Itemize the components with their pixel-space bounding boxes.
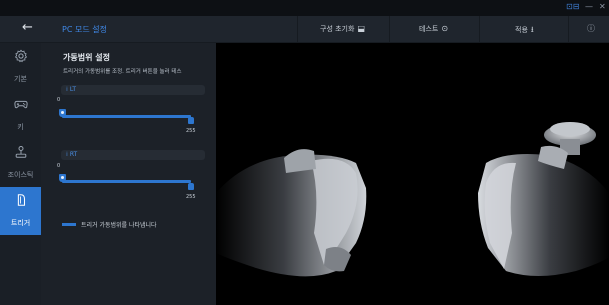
- title-strip: ⊡⊟ — ✕: [0, 0, 609, 16]
- apply-label: 적용: [515, 26, 528, 34]
- lt-max-handle[interactable]: [188, 117, 194, 124]
- panel-title: 가동범위 설정: [63, 53, 110, 62]
- close-button[interactable]: ✕: [599, 2, 606, 11]
- back-arrow-icon[interactable]: ←: [22, 21, 33, 35]
- rt-min-handle[interactable]: [59, 174, 66, 182]
- rt-label: ⁞ RT: [66, 151, 78, 158]
- info-icon[interactable]: ⓘ: [587, 23, 595, 34]
- legend-text: 트리거 가동범위를 나타냅니다: [81, 222, 157, 229]
- sidebar-item-joystick[interactable]: 조이스틱: [0, 139, 41, 187]
- sidebar-item-label: 조이스틱: [7, 171, 34, 179]
- window-mode-icon[interactable]: ⊡⊟: [566, 2, 579, 11]
- sidebar: 기본 키 조이스틱 트리거: [0, 43, 41, 305]
- test-button[interactable]: 테스트 ⊙: [419, 24, 448, 34]
- lt-min-handle[interactable]: [59, 109, 66, 117]
- test-icon: ⊙: [441, 24, 449, 33]
- minimize-button[interactable]: —: [585, 2, 593, 11]
- page-title: PC 모드 설정: [62, 25, 107, 34]
- header-divider: [389, 16, 390, 42]
- rt-section-label: ⁞ RT: [61, 150, 205, 160]
- rt-max-handle[interactable]: [188, 183, 194, 190]
- trigger-settings-panel: 가동범위 설정 트리거의 가동범위를 조정. 트리거 버튼을 눌러 테스 ⁞ L…: [41, 43, 216, 305]
- rt-max-label: 255: [186, 194, 196, 200]
- test-label: 테스트: [419, 25, 439, 33]
- header-divider: [568, 16, 569, 42]
- controller-render-view: [216, 43, 609, 305]
- trigger-icon: [17, 194, 25, 206]
- header-divider: [297, 16, 298, 42]
- apply-button[interactable]: 적용 ⭳: [515, 24, 534, 38]
- lt-label: ⁞ LT: [66, 86, 77, 93]
- rt-range-track[interactable]: [62, 180, 191, 183]
- lt-range-track[interactable]: [62, 115, 191, 118]
- controller-triggers-image: [216, 122, 609, 277]
- legend-swatch: [62, 223, 76, 226]
- header-bar: ← PC 모드 설정 구성 초기화 ⬓ 테스트 ⊙ 적용 ⭳ ⓘ: [0, 16, 609, 43]
- reset-icon: ⬓: [357, 24, 365, 33]
- sidebar-item-label: 기본: [14, 75, 27, 83]
- joystick-icon: [15, 146, 26, 158]
- lt-min-label: 0: [57, 97, 61, 103]
- gear-icon: [14, 49, 27, 63]
- sidebar-item-label: 트리거: [10, 219, 31, 227]
- sidebar-item-keys[interactable]: 키: [0, 91, 41, 139]
- panel-description: 트리거의 가동범위를 조정. 트리거 버튼을 눌러 테스: [63, 69, 182, 75]
- header-divider: [479, 16, 480, 42]
- lt-section-label: ⁞ LT: [61, 85, 205, 95]
- download-icon: ⭳: [530, 25, 534, 34]
- lt-max-label: 255: [186, 128, 196, 134]
- sidebar-item-basic[interactable]: 기본: [0, 43, 41, 91]
- sidebar-item-trigger[interactable]: 트리거: [0, 187, 41, 235]
- gamepad-icon: [13, 100, 28, 109]
- rt-min-label: 0: [57, 163, 61, 169]
- reset-config-button[interactable]: 구성 초기화 ⬓: [320, 24, 365, 34]
- reset-config-label: 구성 초기화: [320, 25, 355, 33]
- sidebar-item-label: 키: [17, 123, 24, 131]
